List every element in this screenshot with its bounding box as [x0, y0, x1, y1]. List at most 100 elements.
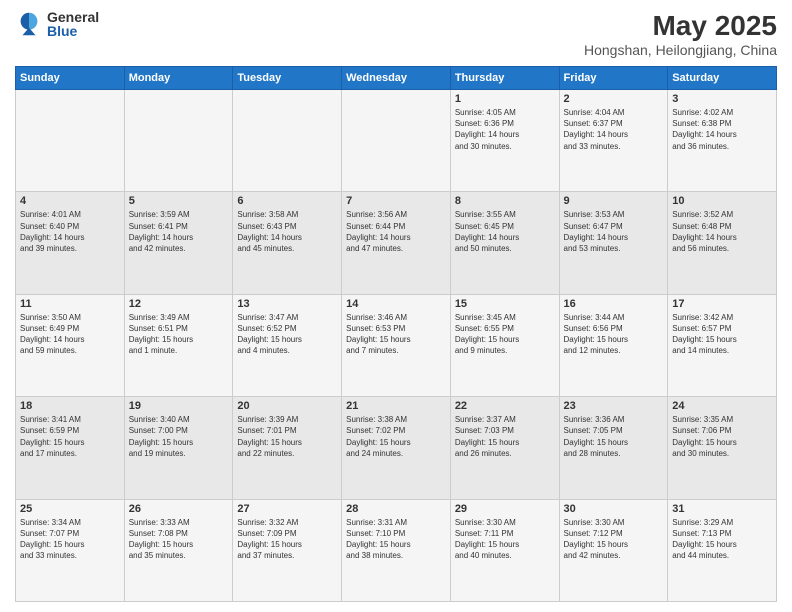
day-number: 22 [455, 400, 555, 412]
day-info: Sunrise: 3:41 AM Sunset: 6:59 PM Dayligh… [20, 415, 84, 458]
day-number: 7 [346, 195, 446, 207]
day-cell-1-3: 7 Sunrise: 3:56 AM Sunset: 6:44 PM Daylig… [342, 192, 451, 294]
day-info: Sunrise: 3:34 AM Sunset: 7:07 PM Dayligh… [20, 518, 84, 561]
day-cell-3-3: 21 Sunrise: 3:38 AM Sunset: 7:02 PM Dayli… [342, 397, 451, 499]
week-row-0: 1Sunrise: 4:05 AM Sunset: 6:36 PM Daylig… [16, 90, 777, 192]
day-cell-0-0 [16, 90, 125, 192]
day-info: Sunrise: 3:44 AM Sunset: 6:56 PM Dayligh… [564, 313, 628, 356]
day-number: 25 [20, 503, 120, 515]
day-number: 3 [672, 93, 772, 105]
day-number: 14 [346, 298, 446, 310]
header-saturday: Saturday [668, 67, 777, 90]
day-cell-1-4: 8 Sunrise: 3:55 AM Sunset: 6:45 PM Daylig… [450, 192, 559, 294]
day-number: 28 [346, 503, 446, 515]
day-number: 8 [455, 195, 555, 207]
day-number: 9 [564, 195, 664, 207]
day-info: Sunrise: 3:50 AM Sunset: 6:49 PM Dayligh… [20, 313, 84, 356]
day-info: Sunrise: 3:53 AM Sunset: 6:47 PM Dayligh… [564, 210, 628, 253]
day-number: 17 [672, 298, 772, 310]
day-number: 30 [564, 503, 664, 515]
day-number: 29 [455, 503, 555, 515]
day-info: Sunrise: 3:30 AM Sunset: 7:11 PM Dayligh… [455, 518, 519, 561]
header-friday: Friday [559, 67, 668, 90]
header-thursday: Thursday [450, 67, 559, 90]
day-number: 1 [455, 93, 555, 105]
day-info: Sunrise: 4:01 AM Sunset: 6:40 PM Dayligh… [20, 210, 84, 253]
day-number: 31 [672, 503, 772, 515]
day-number: 21 [346, 400, 446, 412]
day-info: Sunrise: 3:45 AM Sunset: 6:55 PM Dayligh… [455, 313, 519, 356]
header-monday: Monday [124, 67, 233, 90]
day-number: 4 [20, 195, 120, 207]
day-number: 12 [129, 298, 229, 310]
day-number: 11 [20, 298, 120, 310]
day-info: Sunrise: 3:39 AM Sunset: 7:01 PM Dayligh… [237, 415, 301, 458]
day-info: Sunrise: 3:47 AM Sunset: 6:52 PM Dayligh… [237, 313, 301, 356]
weekday-header-row: Sunday Monday Tuesday Wednesday Thursday… [16, 67, 777, 90]
day-cell-1-5: 9 Sunrise: 3:53 AM Sunset: 6:47 PM Daylig… [559, 192, 668, 294]
day-cell-3-5: 23Sunrise: 3:36 AM Sunset: 7:05 PM Dayli… [559, 397, 668, 499]
day-info: Sunrise: 3:46 AM Sunset: 6:53 PM Dayligh… [346, 313, 410, 356]
day-info: Sunrise: 3:33 AM Sunset: 7:08 PM Dayligh… [129, 518, 193, 561]
logo-text: General Blue [47, 10, 99, 38]
day-info: Sunrise: 3:37 AM Sunset: 7:03 PM Dayligh… [455, 415, 519, 458]
day-cell-3-6: 24Sunrise: 3:35 AM Sunset: 7:06 PM Dayli… [668, 397, 777, 499]
day-number: 24 [672, 400, 772, 412]
header-wednesday: Wednesday [342, 67, 451, 90]
day-cell-2-3: 14 Sunrise: 3:46 AM Sunset: 6:53 PM Dayli… [342, 294, 451, 396]
day-cell-0-5: 2 Sunrise: 4:04 AM Sunset: 6:37 PM Daylig… [559, 90, 668, 192]
day-info: Sunrise: 3:32 AM Sunset: 7:09 PM Dayligh… [237, 518, 301, 561]
day-cell-2-2: 13 Sunrise: 3:47 AM Sunset: 6:52 PM Dayli… [233, 294, 342, 396]
logo: General Blue [15, 10, 99, 38]
day-cell-3-4: 22 Sunrise: 3:37 AM Sunset: 7:03 PM Dayli… [450, 397, 559, 499]
main-title: May 2025 [584, 10, 777, 42]
day-cell-1-6: 10Sunrise: 3:52 AM Sunset: 6:48 PM Dayli… [668, 192, 777, 294]
day-cell-0-2 [233, 90, 342, 192]
day-cell-0-1 [124, 90, 233, 192]
day-cell-0-3 [342, 90, 451, 192]
day-number: 20 [237, 400, 337, 412]
day-number: 19 [129, 400, 229, 412]
page: General Blue May 2025 Hongshan, Heilongj… [0, 0, 792, 612]
day-info: Sunrise: 3:29 AM Sunset: 7:13 PM Dayligh… [672, 518, 736, 561]
day-cell-2-5: 16 Sunrise: 3:44 AM Sunset: 6:56 PM Dayli… [559, 294, 668, 396]
day-info: Sunrise: 4:02 AM Sunset: 6:38 PM Dayligh… [672, 108, 736, 151]
day-number: 2 [564, 93, 664, 105]
week-row-2: 11 Sunrise: 3:50 AM Sunset: 6:49 PM Dayli… [16, 294, 777, 396]
day-number: 26 [129, 503, 229, 515]
header: General Blue May 2025 Hongshan, Heilongj… [15, 10, 777, 58]
day-info: Sunrise: 3:31 AM Sunset: 7:10 PM Dayligh… [346, 518, 410, 561]
day-cell-4-1: 26 Sunrise: 3:33 AM Sunset: 7:08 PM Dayli… [124, 499, 233, 601]
day-cell-4-2: 27Sunrise: 3:32 AM Sunset: 7:09 PM Dayli… [233, 499, 342, 601]
day-cell-0-6: 3 Sunrise: 4:02 AM Sunset: 6:38 PM Daylig… [668, 90, 777, 192]
day-cell-1-0: 4 Sunrise: 4:01 AM Sunset: 6:40 PM Daylig… [16, 192, 125, 294]
day-cell-4-5: 30 Sunrise: 3:30 AM Sunset: 7:12 PM Dayli… [559, 499, 668, 601]
day-info: Sunrise: 3:55 AM Sunset: 6:45 PM Dayligh… [455, 210, 519, 253]
day-cell-2-4: 15 Sunrise: 3:45 AM Sunset: 6:55 PM Dayli… [450, 294, 559, 396]
week-row-4: 25 Sunrise: 3:34 AM Sunset: 7:07 PM Dayli… [16, 499, 777, 601]
day-number: 16 [564, 298, 664, 310]
day-info: Sunrise: 3:56 AM Sunset: 6:44 PM Dayligh… [346, 210, 410, 253]
day-info: Sunrise: 3:38 AM Sunset: 7:02 PM Dayligh… [346, 415, 410, 458]
day-cell-3-0: 18Sunrise: 3:41 AM Sunset: 6:59 PM Dayli… [16, 397, 125, 499]
day-info: Sunrise: 3:59 AM Sunset: 6:41 PM Dayligh… [129, 210, 193, 253]
day-number: 5 [129, 195, 229, 207]
title-block: May 2025 Hongshan, Heilongjiang, China [584, 10, 777, 58]
day-cell-4-4: 29 Sunrise: 3:30 AM Sunset: 7:11 PM Dayli… [450, 499, 559, 601]
day-number: 13 [237, 298, 337, 310]
week-row-1: 4 Sunrise: 4:01 AM Sunset: 6:40 PM Daylig… [16, 192, 777, 294]
day-cell-2-0: 11 Sunrise: 3:50 AM Sunset: 6:49 PM Dayli… [16, 294, 125, 396]
week-row-3: 18Sunrise: 3:41 AM Sunset: 6:59 PM Dayli… [16, 397, 777, 499]
day-info: Sunrise: 3:36 AM Sunset: 7:05 PM Dayligh… [564, 415, 628, 458]
day-info: Sunrise: 4:04 AM Sunset: 6:37 PM Dayligh… [564, 108, 628, 151]
day-cell-2-6: 17Sunrise: 3:42 AM Sunset: 6:57 PM Dayli… [668, 294, 777, 396]
day-number: 15 [455, 298, 555, 310]
day-cell-4-0: 25 Sunrise: 3:34 AM Sunset: 7:07 PM Dayli… [16, 499, 125, 601]
day-cell-4-3: 28 Sunrise: 3:31 AM Sunset: 7:10 PM Dayli… [342, 499, 451, 601]
day-info: Sunrise: 3:30 AM Sunset: 7:12 PM Dayligh… [564, 518, 628, 561]
day-cell-0-4: 1Sunrise: 4:05 AM Sunset: 6:36 PM Daylig… [450, 90, 559, 192]
header-sunday: Sunday [16, 67, 125, 90]
day-info: Sunrise: 3:52 AM Sunset: 6:48 PM Dayligh… [672, 210, 736, 253]
logo-blue-text: Blue [47, 24, 99, 38]
day-cell-1-1: 5 Sunrise: 3:59 AM Sunset: 6:41 PM Daylig… [124, 192, 233, 294]
